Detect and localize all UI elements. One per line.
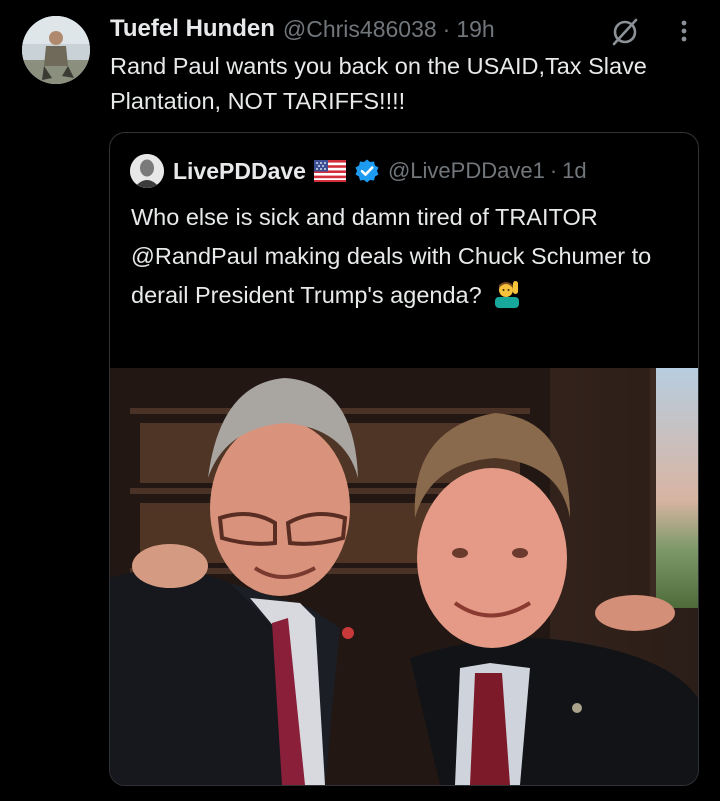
verified-badge-icon[interactable]: [354, 158, 380, 184]
author-name[interactable]: Tuefel Hunden: [110, 15, 275, 43]
separator-dot: ·: [549, 158, 558, 183]
quoted-post[interactable]: LivePDDave @LivePDDave1 · 1d Who else is…: [109, 132, 699, 786]
author-avatar[interactable]: [22, 16, 90, 84]
post-header: Tuefel Hunden @Chris486038 · 19h: [110, 12, 495, 46]
us-flag-icon: [313, 160, 346, 182]
quoted-post-text: Who else is sick and damn tired of TRAIT…: [131, 204, 652, 308]
author-handle[interactable]: @Chris486038: [283, 16, 437, 43]
quoted-author-handle[interactable]: @LivePDDave1: [388, 158, 545, 184]
quoted-post-header: LivePDDave @LivePDDave1 · 1d: [130, 153, 587, 189]
man-raising-hand-emoji: [492, 278, 522, 308]
quoted-author-avatar[interactable]: [130, 154, 164, 188]
quoted-post-timestamp[interactable]: 1d: [562, 158, 586, 184]
quoted-post-text-block: Who else is sick and damn tired of TRAIT…: [131, 198, 681, 315]
more-icon[interactable]: [675, 16, 693, 46]
post-text: Rand Paul wants you back on the USAID,Ta…: [110, 53, 647, 114]
grok-icon[interactable]: [610, 18, 640, 46]
quoted-post-photo[interactable]: [110, 368, 698, 785]
post-timestamp[interactable]: 19h: [456, 16, 494, 43]
separator-dot: ·: [442, 15, 451, 42]
quoted-author-name[interactable]: LivePDDave: [173, 158, 306, 185]
